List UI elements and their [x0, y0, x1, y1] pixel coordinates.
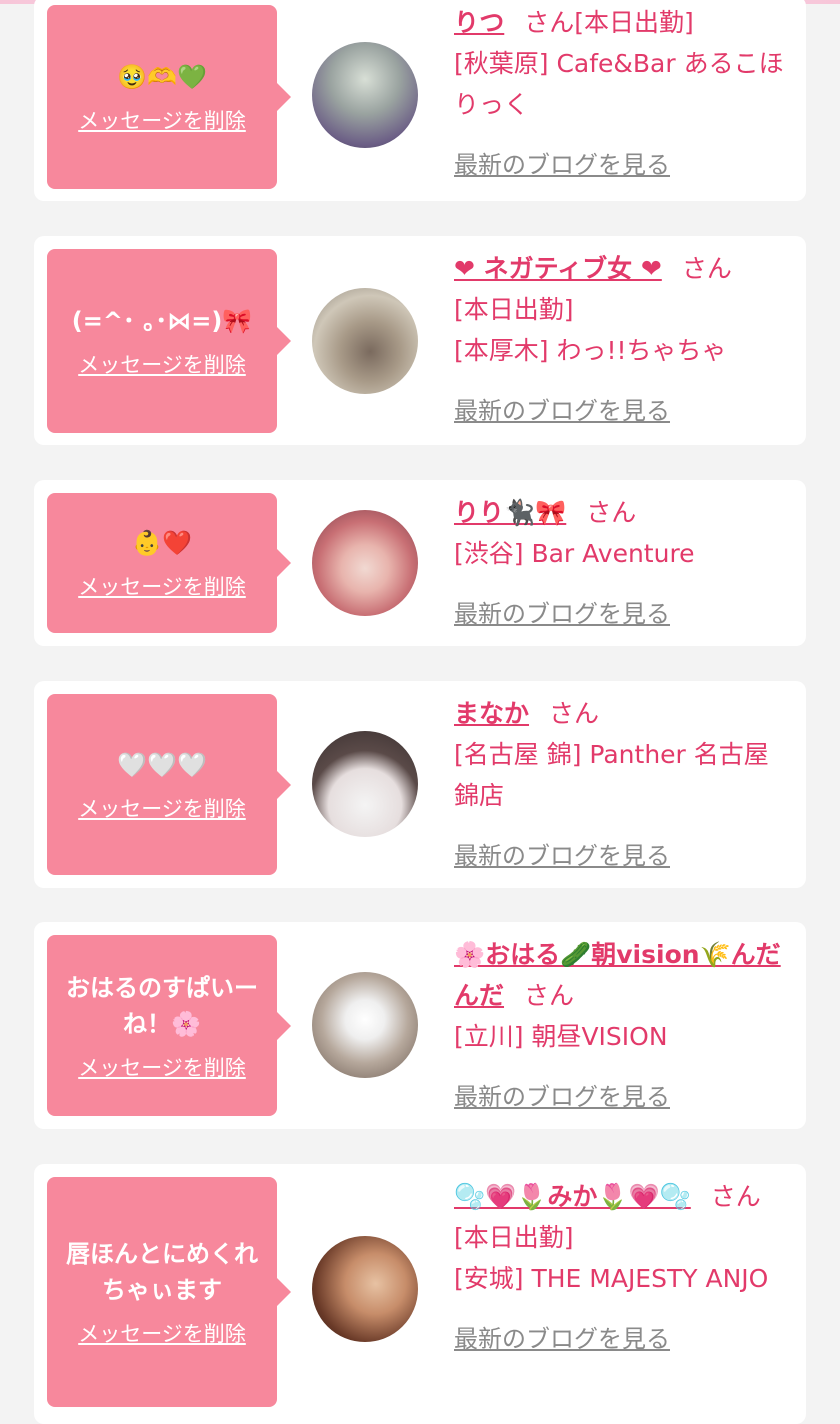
- avatar[interactable]: [312, 731, 418, 837]
- message-text: 👶❤️: [132, 529, 192, 557]
- shop-info: [秋葉原] Cafe&Bar あるこほりっく: [454, 49, 784, 119]
- avatar[interactable]: [312, 510, 418, 616]
- shop-info: [名古屋 錦] Panther 名古屋錦店: [454, 740, 769, 810]
- message-bubble: (=^･ ｡･⋈=)🎀 メッセージを削除: [47, 249, 291, 433]
- message-text: 🤍🤍🤍: [117, 750, 207, 779]
- attendance-status: [本日出勤]: [454, 1223, 574, 1252]
- message-text: おはるのすぱいーね！🌸: [66, 973, 258, 1038]
- delete-message-link[interactable]: メッセージを削除: [78, 793, 246, 823]
- delete-message-link[interactable]: メッセージを削除: [78, 105, 246, 135]
- cast-name-link[interactable]: まなか: [454, 699, 529, 728]
- cast-info: りつ さん[本日出勤] [秋葉原] Cafe&Bar あるこほりっく 最新のブログ…: [454, 2, 790, 186]
- delete-message-link[interactable]: メッセージを削除: [78, 1318, 246, 1348]
- honorific: さん: [710, 1182, 761, 1211]
- latest-blog-link[interactable]: 最新のブログを見る: [454, 594, 670, 635]
- message-text: (=^･ ｡･⋈=)🎀: [71, 307, 253, 335]
- shop-info: [渋谷] Bar Aventure: [454, 539, 695, 568]
- latest-blog-link[interactable]: 最新のブログを見る: [454, 1077, 670, 1118]
- latest-blog-link[interactable]: 最新のブログを見る: [454, 836, 670, 877]
- attendance-status: [本日出勤]: [454, 295, 574, 324]
- message-card: おはるのすぱいーね！🌸 メッセージを削除 🌸おはる🥒朝vision🌾んだんだ さん…: [34, 922, 806, 1129]
- cast-name-link[interactable]: ❤ ネガティブ女 ❤: [454, 254, 662, 283]
- cast-name-link[interactable]: 🌸おはる🥒朝vision🌾んだんだ: [454, 940, 781, 1010]
- shop-info: [安城] THE MAJESTY ANJO: [454, 1264, 769, 1293]
- avatar[interactable]: [312, 972, 418, 1078]
- message-bubble: 🤍🤍🤍 メッセージを削除: [47, 694, 291, 875]
- message-text: 唇ほんとにめくれちゃぃます: [66, 1240, 258, 1304]
- message-text: 🥹🫶💚: [117, 63, 207, 91]
- attendance-status: [本日出勤]: [574, 8, 694, 37]
- honorific: さん: [681, 254, 732, 283]
- shop-info: [立川] 朝昼VISION: [454, 1022, 668, 1051]
- cast-name-link[interactable]: 🫧💗🌷みか🌷💗🫧: [454, 1182, 691, 1211]
- cast-info: まなか さん [名古屋 錦] Panther 名古屋錦店 最新のブログを見る: [454, 693, 790, 877]
- avatar[interactable]: [312, 1236, 418, 1342]
- delete-message-link[interactable]: メッセージを削除: [78, 1052, 246, 1082]
- message-card: 👶❤️ メッセージを削除 りり🐈‍⬛🎀 さん [渋谷] Bar Aventure …: [34, 480, 806, 646]
- message-card: 唇ほんとにめくれちゃぃます メッセージを削除 🫧💗🌷みか🌷💗🫧 さん [本日出勤] …: [34, 1164, 806, 1424]
- honorific: さん: [549, 699, 600, 728]
- latest-blog-link[interactable]: 最新のブログを見る: [454, 1319, 670, 1360]
- cast-info: りり🐈‍⬛🎀 さん [渋谷] Bar Aventure 最新のブログを見る: [454, 492, 790, 635]
- message-bubble: 🥹🫶💚 メッセージを削除: [47, 5, 291, 189]
- avatar[interactable]: [312, 288, 418, 394]
- cast-name-link[interactable]: りつ: [454, 8, 504, 37]
- message-card: 🥹🫶💚 メッセージを削除 りつ さん[本日出勤] [秋葉原] Cafe&Bar あ…: [34, 0, 806, 201]
- cast-name-link[interactable]: りり🐈‍⬛🎀: [454, 498, 566, 527]
- honorific: さん: [524, 981, 575, 1010]
- honorific: さん: [586, 498, 637, 527]
- shop-info: [本厚木] わっ!!ちゃちゃ: [454, 336, 727, 365]
- cast-info: ❤ ネガティブ女 ❤ さん [本日出勤] [本厚木] わっ!!ちゃちゃ 最新のブロ…: [454, 248, 790, 432]
- delete-message-link[interactable]: メッセージを削除: [78, 571, 246, 601]
- message-card: (=^･ ｡･⋈=)🎀 メッセージを削除 ❤ ネガティブ女 ❤ さん [本日出勤]…: [34, 236, 806, 445]
- latest-blog-link[interactable]: 最新のブログを見る: [454, 391, 670, 432]
- delete-message-link[interactable]: メッセージを削除: [78, 349, 246, 379]
- avatar[interactable]: [312, 42, 418, 148]
- honorific: さん: [524, 8, 575, 37]
- cast-info: 🫧💗🌷みか🌷💗🫧 さん [本日出勤] [安城] THE MAJESTY ANJO 最…: [454, 1176, 790, 1360]
- message-bubble: おはるのすぱいーね！🌸 メッセージを削除: [47, 935, 291, 1116]
- message-card: 🤍🤍🤍 メッセージを削除 まなか さん [名古屋 錦] Panther 名古屋錦店…: [34, 681, 806, 888]
- message-bubble: 👶❤️ メッセージを削除: [47, 493, 291, 633]
- latest-blog-link[interactable]: 最新のブログを見る: [454, 145, 670, 186]
- message-bubble: 唇ほんとにめくれちゃぃます メッセージを削除: [47, 1177, 291, 1407]
- cast-info: 🌸おはる🥒朝vision🌾んだんだ さん [立川] 朝昼VISION 最新のブログ…: [454, 934, 790, 1118]
